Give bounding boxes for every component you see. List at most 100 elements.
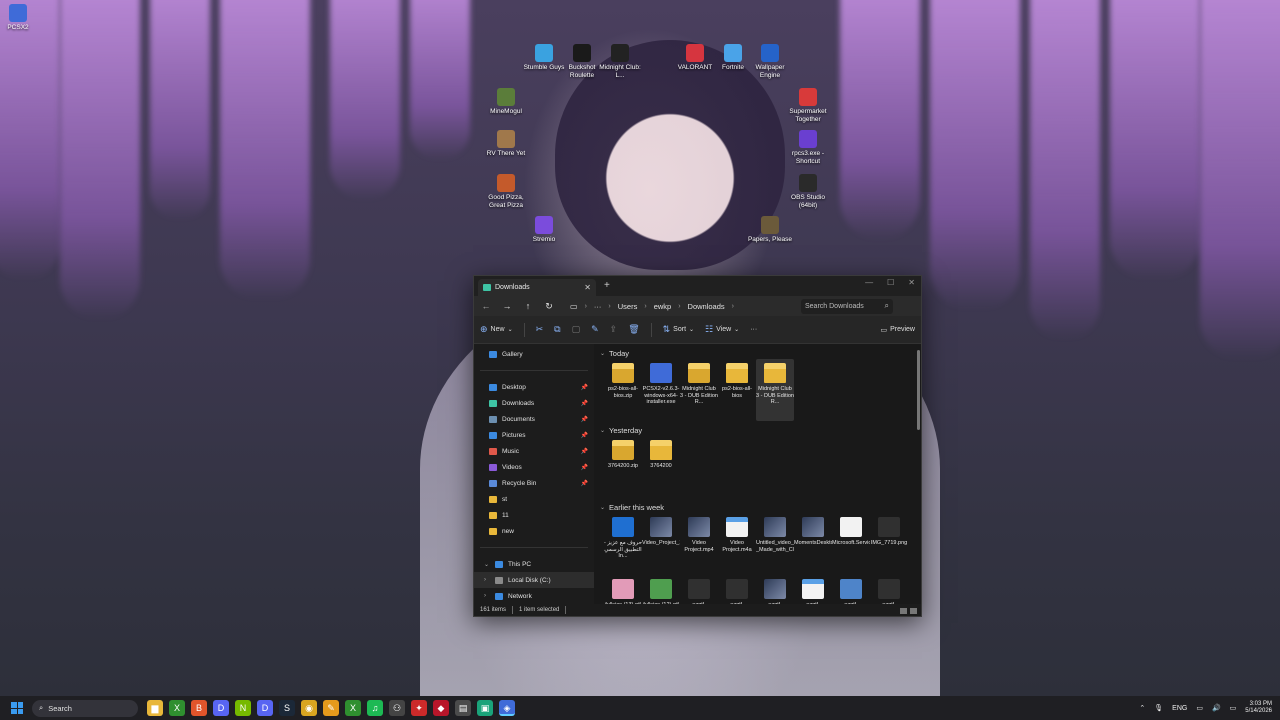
details-view-icon[interactable] bbox=[900, 608, 907, 614]
file-item[interactable]: ezgif-8020e10d1021957 6.png bbox=[718, 575, 756, 606]
file-item[interactable]: Untitled_video_-_Made_with_Clipchamp_5..… bbox=[756, 513, 794, 575]
nvidia-icon[interactable]: N bbox=[235, 700, 251, 716]
file-item[interactable]: Midnight Club 3 - DUB Edition R... bbox=[756, 359, 794, 421]
game-app-icon[interactable]: ✦ bbox=[411, 700, 427, 716]
desktop-shortcut[interactable]: PCSX2 bbox=[0, 4, 42, 32]
desktop-shortcut[interactable]: OBS Studio (64bit) bbox=[784, 174, 832, 209]
group-header[interactable]: ⌄ Today bbox=[600, 347, 921, 359]
file-item[interactable]: fullsize (13).gif bbox=[604, 575, 642, 606]
new-button[interactable]: ⊕ New ⌄ bbox=[480, 324, 513, 335]
maximize-icon[interactable]: ☐ bbox=[887, 278, 894, 287]
nav-local-disk[interactable]: › Local Disk (C:) bbox=[474, 572, 594, 588]
forward-arrow-icon[interactable]: → bbox=[501, 301, 513, 311]
file-item[interactable]: ps2-bios-all-bios.zip bbox=[604, 359, 642, 421]
nav-folder[interactable]: 11 bbox=[474, 507, 594, 523]
file-item[interactable]: ps2-bios-all-bios bbox=[718, 359, 756, 421]
file-item[interactable]: ezgif-372c9ebcfcd0c5c1.mp3 bbox=[794, 575, 832, 606]
battery-icon[interactable]: ▭ bbox=[1230, 704, 1237, 712]
tab-downloads[interactable]: Downloads ✕ bbox=[478, 279, 596, 296]
close-tab-icon[interactable]: ✕ bbox=[584, 283, 591, 292]
file-item[interactable]: حروف مع عزيز - التطبيق الرسمي In... bbox=[604, 513, 642, 575]
discord-alt-icon[interactable]: D bbox=[257, 700, 273, 716]
nav-item-downloads[interactable]: Downloads 📌 bbox=[474, 395, 594, 411]
microphone-icon[interactable]: 🎙 bbox=[1154, 704, 1163, 712]
desktop-shortcut[interactable]: Stremio bbox=[520, 216, 568, 244]
vertical-scrollbar[interactable] bbox=[917, 350, 920, 430]
chevron-right-icon[interactable]: › bbox=[484, 593, 490, 599]
file-item[interactable]: Video Project.mp4 bbox=[680, 513, 718, 575]
roblox-icon[interactable]: ◆ bbox=[433, 700, 449, 716]
more-options-button[interactable]: ··· bbox=[750, 326, 757, 333]
nav-network[interactable]: › Network bbox=[474, 588, 594, 604]
close-window-icon[interactable]: ✕ bbox=[908, 278, 915, 287]
delete-icon[interactable]: 🗑 bbox=[628, 324, 639, 335]
file-item[interactable]: Microsoft.Services.Store.winmd bbox=[832, 513, 870, 575]
nav-item-recycle-bin[interactable]: Recycle Bin 📌 bbox=[474, 475, 594, 491]
back-arrow-icon[interactable]: ← bbox=[480, 301, 492, 311]
file-item[interactable]: IMG_7719.png bbox=[870, 513, 908, 575]
terminal-icon[interactable]: ▣ bbox=[477, 700, 493, 716]
nav-folder[interactable]: st bbox=[474, 491, 594, 507]
chevron-right-icon[interactable]: › bbox=[484, 577, 490, 583]
share-icon[interactable]: ⇪ bbox=[610, 324, 618, 335]
nav-item-desktop[interactable]: Desktop 📌 bbox=[474, 379, 594, 395]
controller-icon[interactable]: ⚇ bbox=[389, 700, 405, 716]
pcsx2-taskbar-icon[interactable]: ◈ bbox=[499, 700, 515, 716]
nav-gallery[interactable]: Gallery bbox=[474, 346, 594, 362]
file-item[interactable]: Video_Project_1_1.mp4 bbox=[642, 513, 680, 575]
file-item[interactable]: ezgif-344065781f84991f.png bbox=[680, 575, 718, 606]
xbox-alt-icon[interactable]: X bbox=[345, 700, 361, 716]
brave-icon[interactable]: B bbox=[191, 700, 207, 716]
desktop-shortcut[interactable]: Supermarket Together bbox=[784, 88, 832, 123]
breadcrumb-users[interactable]: Users bbox=[618, 302, 638, 311]
desktop-shortcut[interactable]: Papers, Please bbox=[746, 216, 794, 244]
tiles-view-icon[interactable] bbox=[910, 608, 917, 614]
cut-icon[interactable]: ✂ bbox=[536, 324, 544, 335]
breadcrumb[interactable]: ▭ › ··· › Users › ewkp › Downloads › bbox=[564, 299, 792, 314]
notepad-icon[interactable]: ▤ bbox=[455, 700, 471, 716]
preview-button[interactable]: ▭ Preview bbox=[880, 326, 915, 334]
refresh-icon[interactable]: ↻ bbox=[543, 301, 555, 312]
volume-icon[interactable]: 🔊 bbox=[1212, 704, 1221, 712]
nav-this-pc[interactable]: ⌄ This PC bbox=[474, 556, 594, 572]
nav-item-pictures[interactable]: Pictures 📌 bbox=[474, 427, 594, 443]
desktop-shortcut[interactable]: Good Pizza, Great Pizza bbox=[482, 174, 530, 209]
spotify-icon[interactable]: ♫ bbox=[367, 700, 383, 716]
minimize-icon[interactable]: — bbox=[865, 278, 873, 287]
nav-item-music[interactable]: Music 📌 bbox=[474, 443, 594, 459]
breadcrumb-more[interactable]: ··· bbox=[594, 302, 602, 311]
group-header[interactable]: ⌄ Earlier this week bbox=[600, 501, 921, 513]
new-tab-button[interactable]: + bbox=[604, 280, 610, 291]
desktop-shortcut[interactable]: MineMogul bbox=[482, 88, 530, 116]
file-item[interactable]: Video Project.m4a bbox=[718, 513, 756, 575]
up-arrow-icon[interactable]: ↑ bbox=[522, 301, 534, 311]
clock[interactable]: 3:03 PM 5/14/2026 bbox=[1245, 701, 1272, 716]
nav-item-documents[interactable]: Documents 📌 bbox=[474, 411, 594, 427]
desktop-shortcut[interactable]: Midnight Club: L... bbox=[596, 44, 644, 79]
pen-app-icon[interactable]: ✎ bbox=[323, 700, 339, 716]
view-button[interactable]: ☷ View ⌄ bbox=[705, 324, 739, 335]
copy-icon[interactable]: ⧉ bbox=[554, 324, 560, 335]
file-item[interactable]: 3764200 bbox=[642, 436, 680, 498]
chevron-up-icon[interactable]: ⌃ bbox=[1139, 704, 1145, 712]
sort-button[interactable]: ⇅ Sort ⌄ bbox=[663, 324, 694, 335]
paste-icon[interactable]: ▢ bbox=[572, 324, 581, 335]
language-indicator[interactable]: ENG bbox=[1172, 705, 1187, 712]
file-item[interactable]: PCSX2-v2.6.3-windows-x64-installer.exe bbox=[642, 359, 680, 421]
group-header[interactable]: ⌄ Yesterday bbox=[600, 424, 921, 436]
rename-icon[interactable]: ✎ bbox=[591, 324, 599, 335]
breadcrumb-downloads[interactable]: Downloads bbox=[688, 302, 725, 311]
nav-folder[interactable]: new bbox=[474, 523, 594, 539]
breadcrumb-ewkp[interactable]: ewkp bbox=[654, 302, 672, 311]
xbox-icon[interactable]: X bbox=[169, 700, 185, 716]
chrome-icon[interactable]: ◉ bbox=[301, 700, 317, 716]
file-item[interactable]: 3764200.zip bbox=[604, 436, 642, 498]
desktop-shortcut[interactable]: Wallpaper Engine bbox=[746, 44, 794, 79]
cast-icon[interactable]: ▭ bbox=[1196, 704, 1203, 712]
chevron-down-icon[interactable]: ⌄ bbox=[484, 561, 490, 568]
desktop-shortcut[interactable]: RV There Yet bbox=[482, 130, 530, 158]
file-item[interactable]: ezgif-61b44ae15d260d52.webp bbox=[832, 575, 870, 606]
discord-icon[interactable]: D bbox=[213, 700, 229, 716]
windows-start-icon[interactable] bbox=[11, 702, 23, 714]
nav-item-videos[interactable]: Videos 📌 bbox=[474, 459, 594, 475]
